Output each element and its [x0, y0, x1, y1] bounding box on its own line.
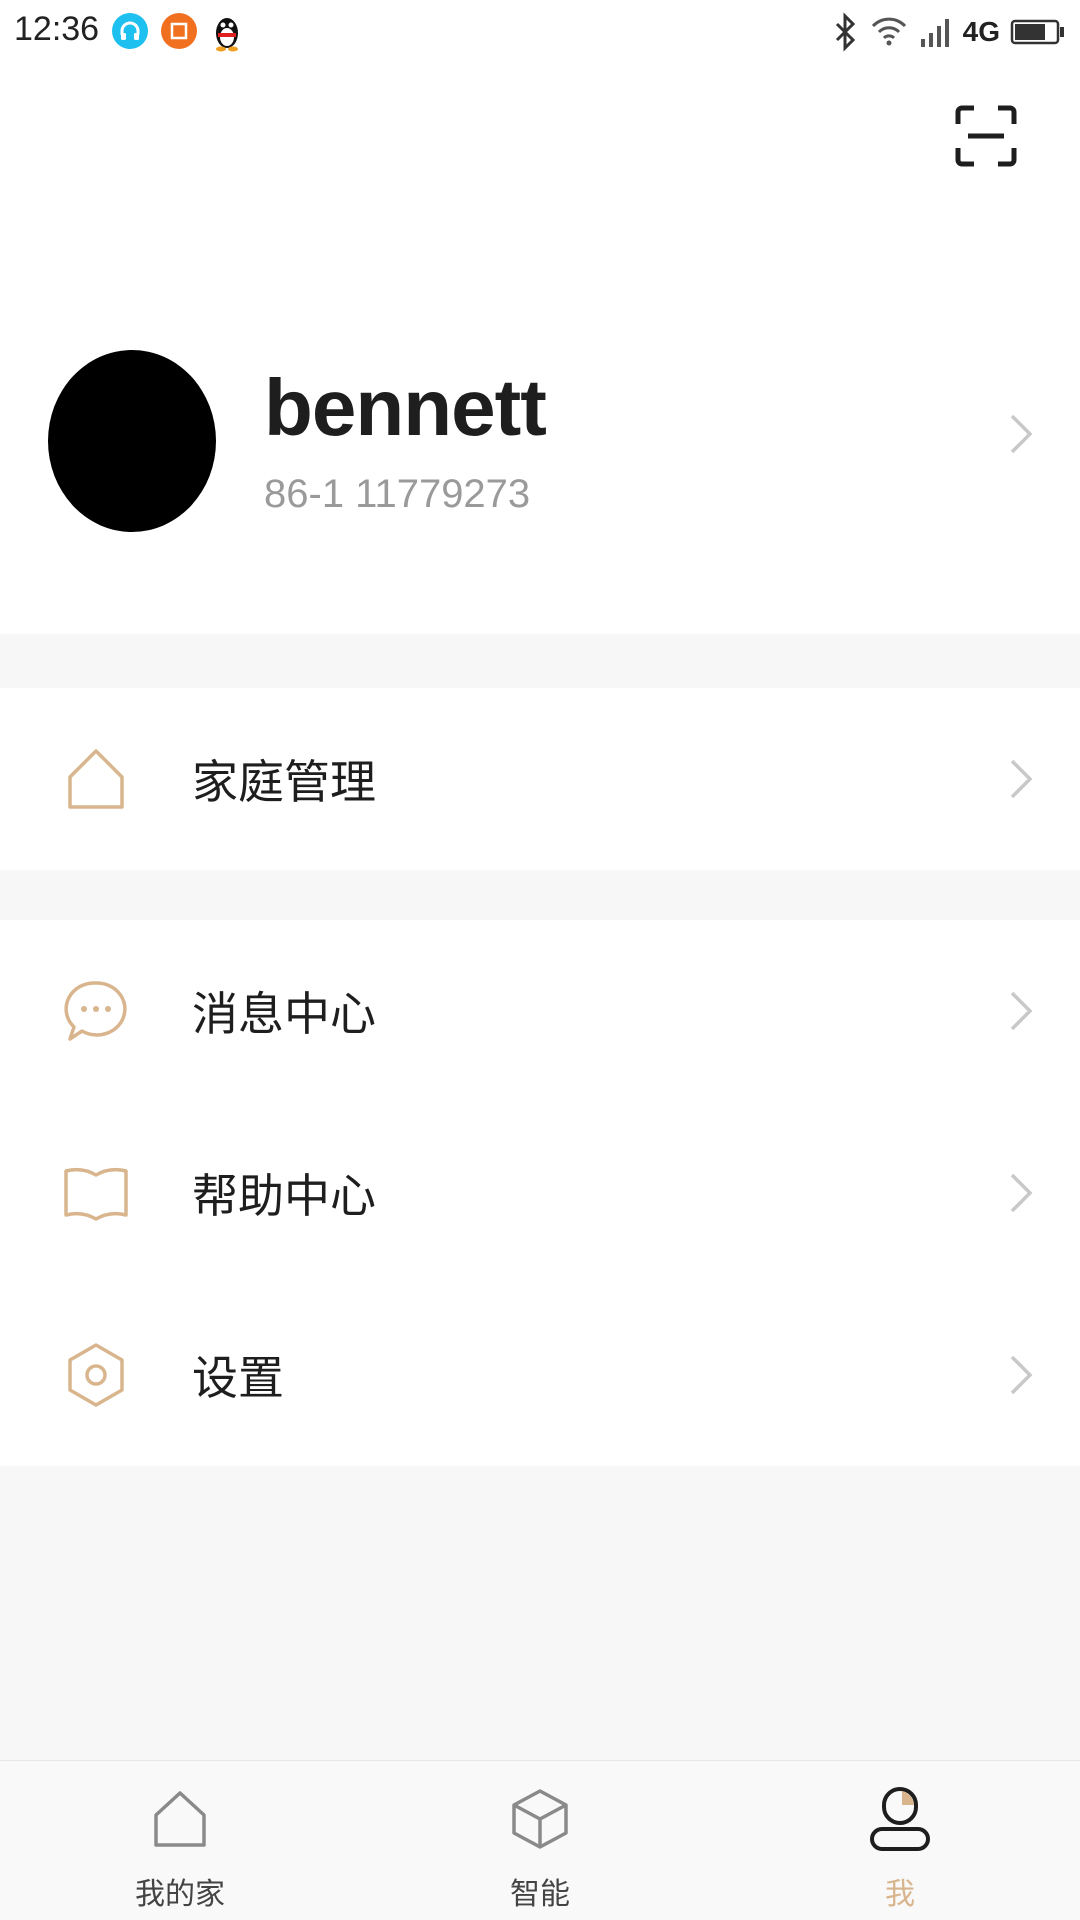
tab-smart[interactable]: 智能: [360, 1761, 720, 1920]
chevron-right-icon: [1010, 1355, 1033, 1395]
menu-item-message-center[interactable]: 消息中心: [0, 920, 1080, 1102]
tab-label: 我: [885, 1877, 915, 1912]
chevron-right-icon: [1010, 991, 1033, 1031]
profile-phone: 86-1 11779273: [264, 472, 531, 516]
profile-header: bennett 86-1 11779273: [0, 64, 1080, 634]
chevron-right-icon: [1010, 414, 1033, 454]
battery-icon: [1010, 19, 1064, 45]
network-type: 4G: [962, 16, 1000, 47]
menu-item-label: 消息中心: [192, 987, 376, 1041]
message-icon: [64, 981, 127, 1041]
cube-icon: [512, 1789, 568, 1849]
scan-icon: [955, 105, 1017, 167]
status-bar: 12:36 4G: [0, 0, 1080, 64]
home-icon: [154, 1791, 206, 1847]
tab-label: 我的家: [135, 1877, 225, 1912]
status-time: 12:36: [14, 10, 100, 48]
bottom-nav: 我的家 智能 我: [0, 1760, 1080, 1920]
menu-item-label: 帮助中心: [192, 1169, 376, 1223]
menu-group-support: 消息中心 帮助中心 设置: [0, 920, 1080, 1466]
scan-button[interactable]: [954, 104, 1018, 168]
profile-screen: 12:36 4G bennett 86-1 11779273 家庭管理 消息中心…: [0, 0, 1080, 1920]
status-indicators: 4G: [831, 10, 1066, 54]
menu-item-help-center[interactable]: 帮助中心: [0, 1102, 1080, 1284]
user-icon: [870, 1787, 930, 1851]
avatar[interactable]: [48, 350, 216, 532]
menu-item-label: 设置: [192, 1351, 284, 1405]
wifi-icon: [871, 17, 906, 46]
tab-me[interactable]: 我: [720, 1761, 1080, 1920]
tab-my-home[interactable]: 我的家: [0, 1761, 360, 1920]
chevron-right-icon: [1010, 759, 1033, 799]
headphones-app-icon: [112, 13, 148, 49]
tab-label: 智能: [510, 1877, 570, 1912]
menu-group-family: 家庭管理: [0, 688, 1080, 870]
bluetooth-icon: [835, 12, 855, 52]
menu-item-label: 家庭管理: [192, 755, 376, 809]
menu-item-family-management[interactable]: 家庭管理: [0, 688, 1080, 870]
settings-icon: [68, 1343, 124, 1407]
profile-name: bennett: [264, 363, 547, 452]
home-icon: [68, 749, 124, 809]
menu-item-settings[interactable]: 设置: [0, 1284, 1080, 1466]
app-notification-icon: [161, 13, 197, 49]
book-icon: [64, 1167, 128, 1221]
qq-penguin-icon: [209, 13, 245, 52]
signal-icon: [920, 19, 949, 47]
profile-card[interactable]: bennett 86-1 11779273: [0, 334, 1080, 534]
chevron-right-icon: [1010, 1173, 1033, 1213]
